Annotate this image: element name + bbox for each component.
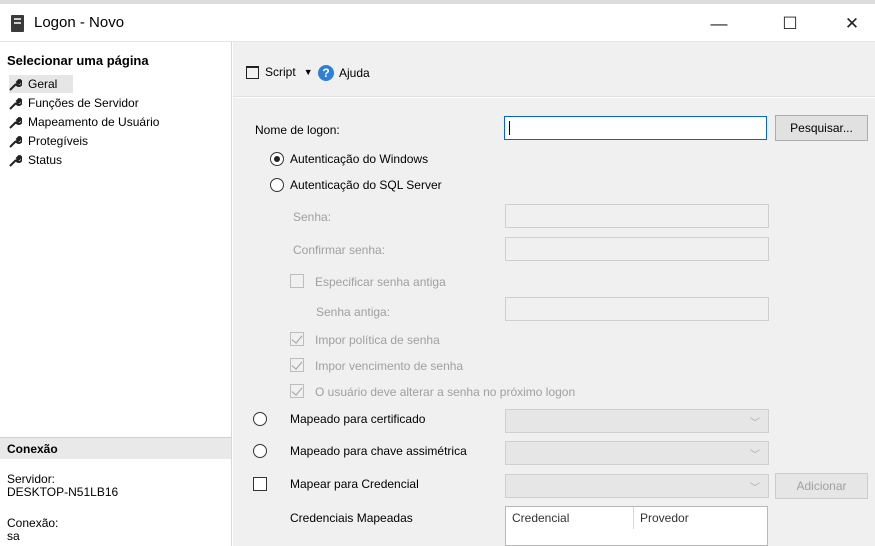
title-bar: Logon - Novo — ☐ ✕	[0, 0, 875, 42]
sidebar-item-label: Funções de Servidor	[28, 96, 139, 110]
wrench-icon	[9, 116, 23, 129]
map-credential-label: Mapear para Credencial	[290, 477, 419, 491]
credential-dropdown[interactable]: ﹀	[505, 474, 769, 498]
enforce-expiration-label: Impor vencimento de senha	[315, 359, 464, 373]
sidebar-item-geral[interactable]: Geral	[9, 75, 73, 93]
wrench-icon	[9, 135, 23, 148]
confirm-password-input[interactable]	[505, 237, 769, 261]
must-change-checkbox[interactable]	[290, 384, 304, 398]
connection-header: Conexão	[0, 437, 231, 459]
maximize-button[interactable]: ☐	[767, 8, 813, 40]
sidebar-item-label: Mapeamento de Usuário	[28, 115, 160, 129]
old-password-label: Senha antiga:	[316, 305, 391, 319]
windows-auth-radio[interactable]	[270, 152, 284, 166]
chevron-down-icon: ﹀	[750, 450, 760, 461]
enforce-policy-checkbox[interactable]	[290, 332, 304, 346]
mapped-credentials-table[interactable]: Credencial Provedor	[505, 506, 768, 546]
old-password-input[interactable]	[505, 297, 769, 321]
wrench-icon	[9, 78, 23, 91]
password-input[interactable]	[505, 204, 769, 228]
sidebar-item-user-mapping[interactable]: Mapeamento de Usuário	[9, 113, 159, 131]
column-header-provider[interactable]: Provedor	[640, 511, 689, 525]
certificate-dropdown[interactable]: ﹀	[505, 409, 769, 433]
minimize-button[interactable]: —	[696, 8, 742, 40]
search-button[interactable]: Pesquisar...	[775, 115, 868, 141]
specify-old-password-checkbox[interactable]	[290, 274, 304, 288]
script-label: Script	[265, 65, 296, 79]
login-name-label: Nome de logon:	[255, 123, 340, 137]
sidebar-item-label: Geral	[28, 77, 58, 91]
server-value: DESKTOP-N51LB16	[7, 485, 119, 499]
chevron-down-icon: ▼	[303, 67, 313, 77]
sidebar-item-status[interactable]: Status	[9, 151, 62, 169]
windows-auth-label: Autenticação do Windows	[290, 152, 429, 166]
sidebar-item-label: Protegíveis	[28, 134, 89, 148]
connection-value: sa	[7, 529, 20, 543]
script-button[interactable]: Script ▼	[246, 65, 313, 79]
mapped-asymmetric-key-label: Mapeado para chave assimétrica	[290, 444, 467, 458]
map-credential-checkbox[interactable]	[253, 477, 267, 491]
column-divider	[633, 507, 634, 529]
text-cursor	[509, 121, 510, 135]
help-button[interactable]: ? Ajuda	[318, 65, 370, 81]
toolbar: Script ▼ ? Ajuda	[233, 42, 875, 97]
login-name-input[interactable]	[504, 116, 767, 140]
column-header-credential[interactable]: Credencial	[512, 511, 569, 525]
enforce-policy-label: Impor política de senha	[315, 333, 440, 347]
page-selector-header: Selecionar uma página	[7, 53, 149, 68]
sql-auth-label: Autenticação do SQL Server	[290, 178, 442, 192]
mapped-credentials-label: Credenciais Mapeadas	[290, 511, 413, 525]
window-title: Logon - Novo	[34, 14, 125, 31]
password-label: Senha:	[293, 210, 332, 224]
enforce-expiration-checkbox[interactable]	[290, 358, 304, 372]
sidebar-item-securables[interactable]: Protegíveis	[9, 132, 88, 150]
chevron-down-icon: ﹀	[750, 418, 760, 429]
sql-auth-radio[interactable]	[270, 178, 284, 192]
sidebar-item-server-roles[interactable]: Funções de Servidor	[9, 94, 139, 112]
mapped-certificate-label: Mapeado para certificado	[290, 412, 426, 426]
mapped-certificate-radio[interactable]	[253, 412, 267, 426]
confirm-password-label: Confirmar senha:	[293, 243, 386, 257]
mapped-asymmetric-key-radio[interactable]	[253, 444, 267, 458]
help-icon: ?	[318, 65, 334, 81]
add-credential-button[interactable]: Adicionar	[775, 473, 868, 499]
help-label: Ajuda	[339, 66, 370, 80]
page-selector-pane: Selecionar uma página Geral Funções de S…	[0, 42, 232, 546]
sidebar-item-label: Status	[28, 153, 63, 167]
close-button[interactable]: ✕	[829, 8, 875, 40]
chevron-down-icon: ﹀	[750, 483, 760, 494]
script-icon	[246, 65, 259, 79]
asymmetric-key-dropdown[interactable]: ﹀	[505, 441, 769, 465]
must-change-label: O usuário deve alterar a senha no próxim…	[315, 385, 576, 399]
specify-old-password-label: Especificar senha antiga	[315, 275, 446, 289]
general-page: Nome de logon: Pesquisar... Autenticação…	[233, 98, 875, 546]
app-icon	[11, 15, 24, 32]
wrench-icon	[9, 154, 23, 167]
wrench-icon	[9, 97, 23, 110]
